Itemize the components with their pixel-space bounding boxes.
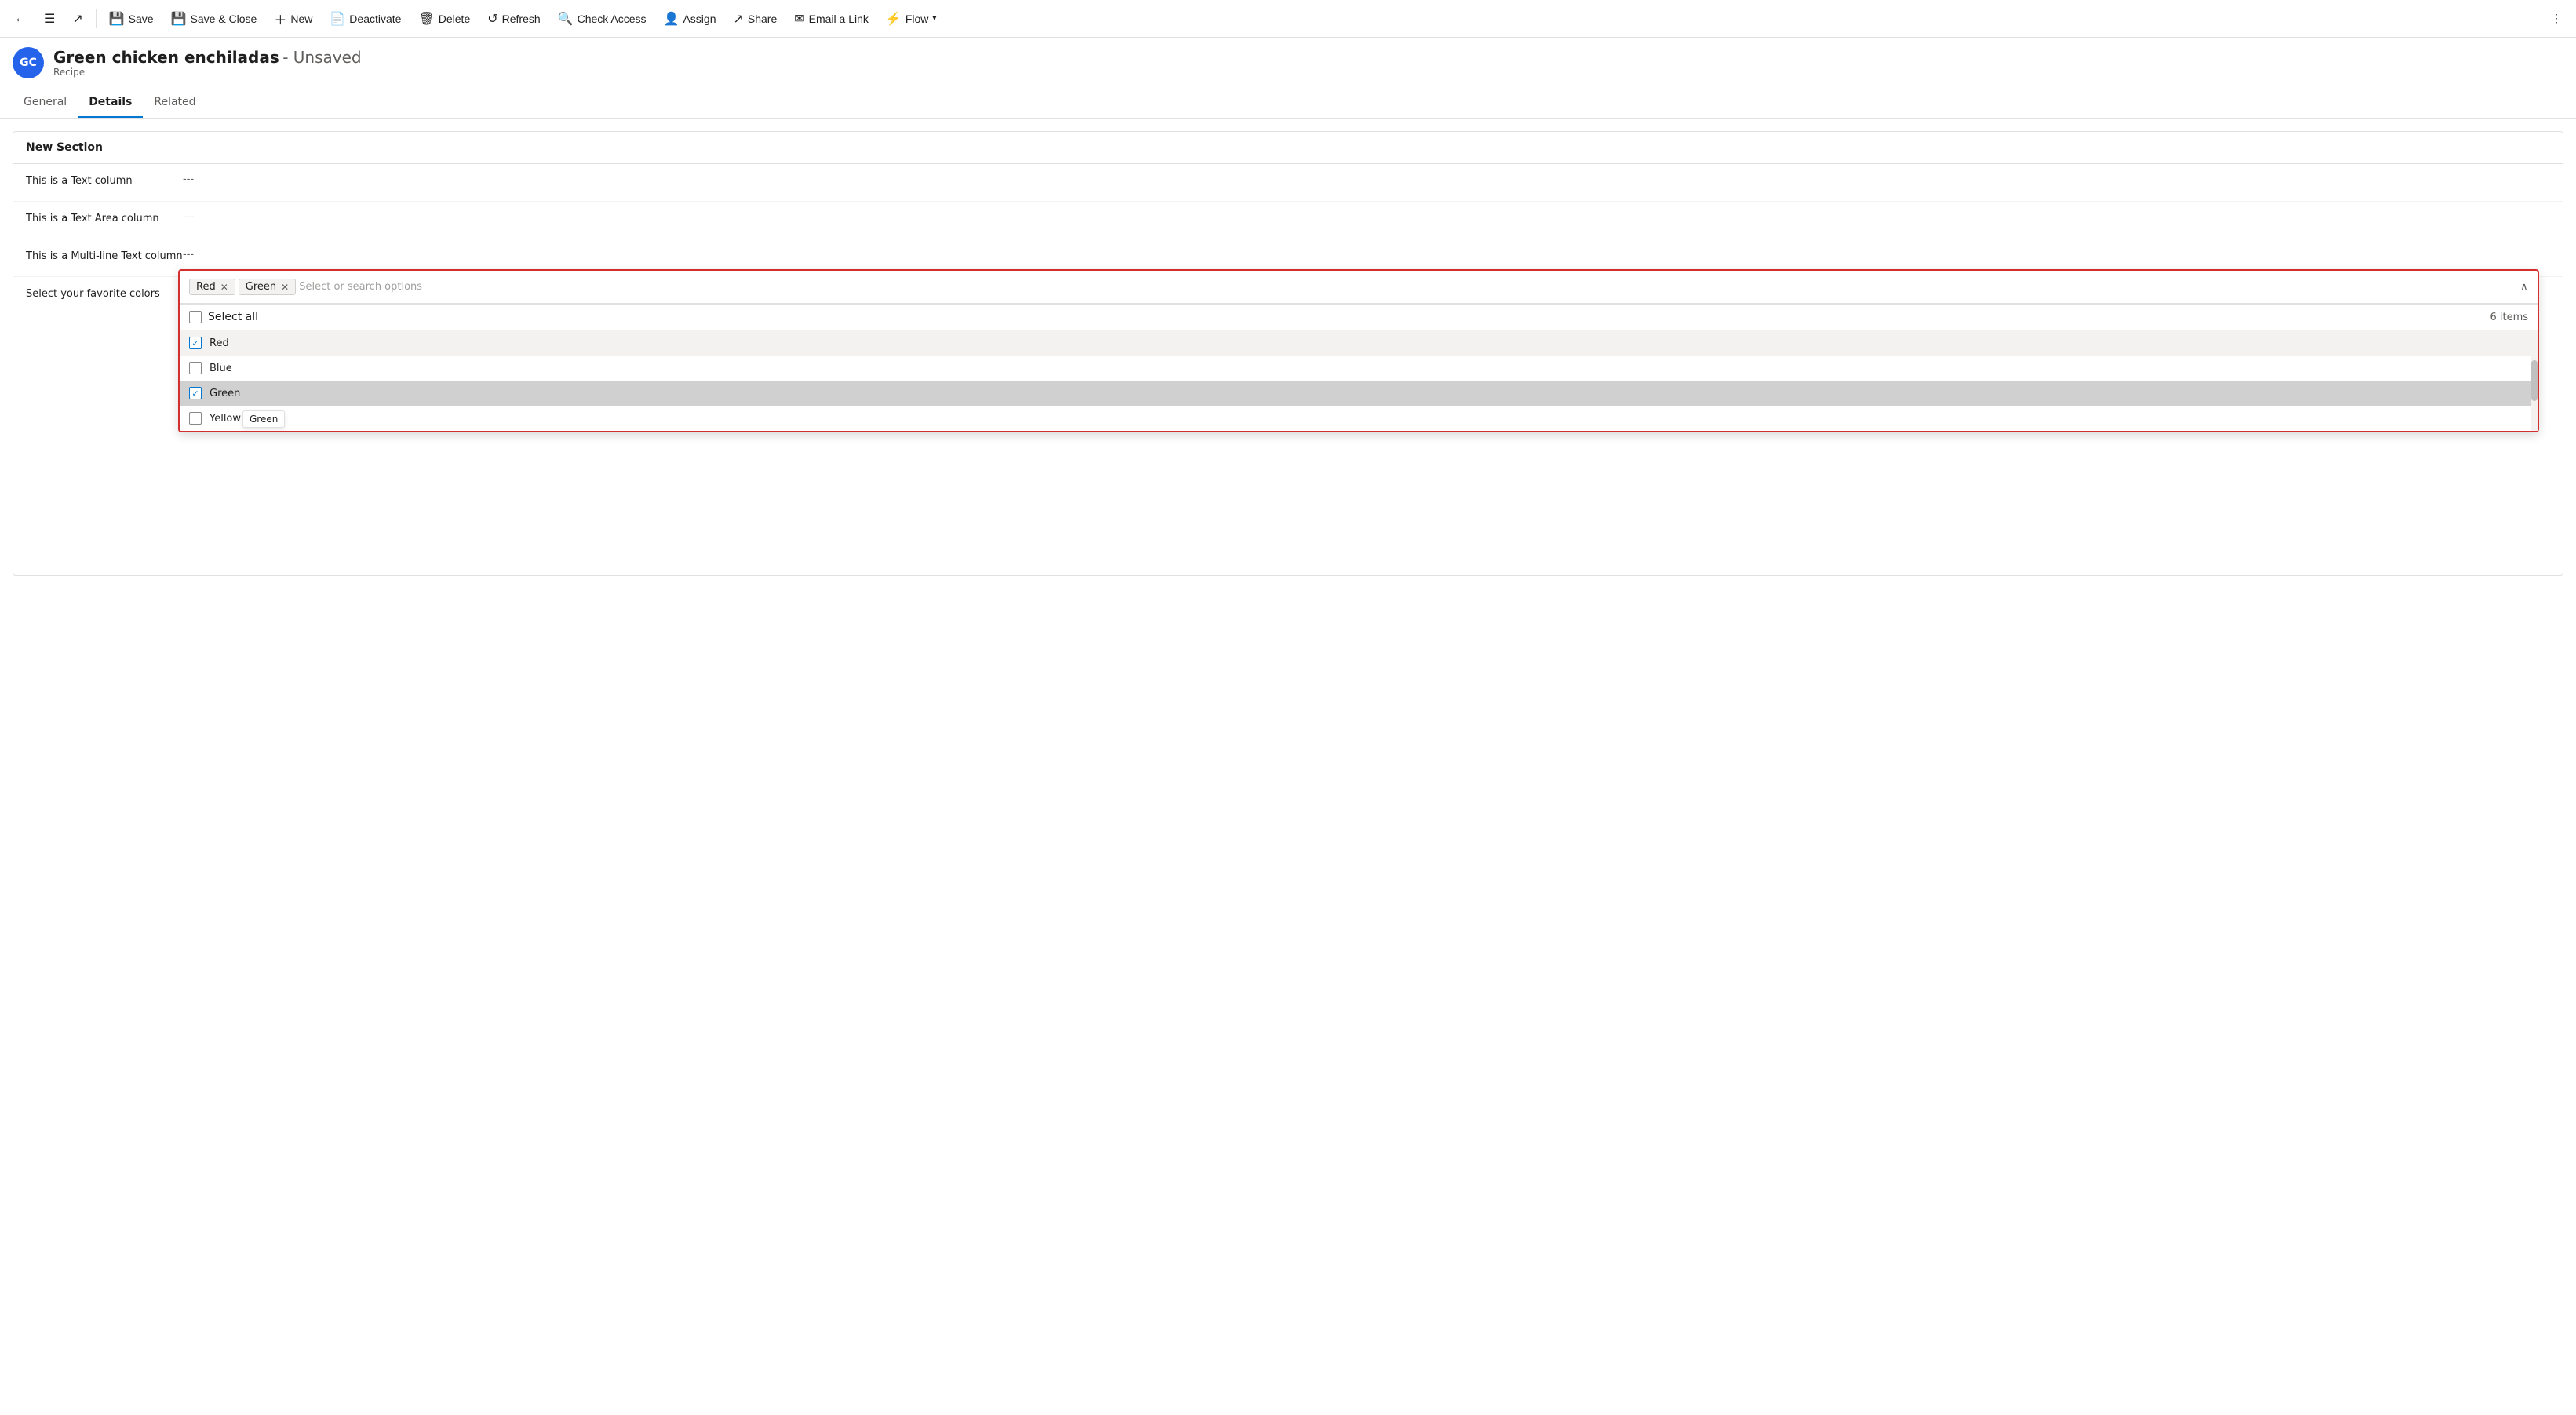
refresh-button[interactable]: ↺ Refresh — [479, 8, 548, 30]
share-button[interactable]: ↗ Share — [725, 8, 785, 30]
form-area: New Section This is a Text column --- Th… — [0, 119, 2576, 589]
email-link-label: Email a Link — [809, 13, 869, 25]
field-value-text-column: --- — [183, 173, 2550, 185]
dropdown-list: Select all 6 items Red Blue — [180, 304, 2538, 431]
tag-green-label: Green — [246, 281, 276, 293]
item-label-yellow: Yellow — [210, 413, 241, 425]
tab-related[interactable]: Related — [143, 88, 206, 118]
green-tooltip: Green — [242, 410, 285, 428]
tab-details[interactable]: Details — [78, 88, 143, 118]
item-label-green: Green — [210, 388, 240, 399]
header-text: Green chicken enchiladas - Unsaved Recip… — [53, 48, 362, 78]
tags-area: Red ✕ Green ✕ Select or search options ∧ — [180, 271, 2538, 304]
check-access-button[interactable]: 🔍 Check Access — [550, 8, 654, 30]
tag-green: Green ✕ — [239, 279, 296, 295]
share-icon: ↗ — [733, 11, 743, 27]
scrollbar-thumb[interactable] — [2531, 360, 2538, 400]
item-label-red: Red — [210, 337, 229, 349]
assign-icon: 👤 — [664, 11, 680, 27]
open-in-new-button[interactable]: ↗ — [64, 8, 90, 30]
avatar: GC — [13, 47, 44, 78]
select-all-row[interactable]: Select all 6 items — [180, 305, 2538, 330]
save-icon: 💾 — [109, 11, 125, 27]
new-icon: ＋ — [274, 9, 286, 28]
deactivate-icon: 📄 — [330, 11, 345, 27]
select-all-checkbox[interactable] — [189, 311, 202, 323]
back-button[interactable]: ← — [6, 9, 35, 29]
tag-red-label: Red — [196, 281, 216, 293]
deactivate-label: Deactivate — [349, 13, 401, 25]
check-access-label: Check Access — [578, 13, 647, 25]
toolbar: ← ☰ ↗ 💾 Save 💾 Save & Close ＋ New 📄 Deac… — [0, 0, 2576, 38]
more-button[interactable]: ⋮ — [2543, 9, 2570, 28]
item-count: 6 items — [2490, 312, 2528, 323]
dropdown-item-red[interactable]: Red — [180, 330, 2538, 356]
refresh-label: Refresh — [502, 13, 541, 25]
deactivate-button[interactable]: 📄 Deactivate — [322, 8, 409, 30]
checkbox-green[interactable] — [189, 387, 202, 399]
scrollbar-track — [2531, 330, 2538, 431]
chevron-up-icon[interactable]: ∧ — [2520, 281, 2528, 294]
new-button[interactable]: ＋ New — [266, 6, 320, 31]
flow-label: Flow — [905, 13, 929, 25]
field-label-multiline-column: This is a Multi-line Text column — [26, 249, 183, 262]
new-label: New — [290, 13, 312, 25]
flow-button[interactable]: ⚡ Flow ▾ — [878, 8, 945, 30]
share-label: Share — [748, 13, 777, 25]
divider-1 — [96, 9, 97, 28]
delete-icon: 🗑 — [418, 11, 434, 27]
tag-green-close[interactable]: ✕ — [281, 282, 289, 293]
dropdown-item-yellow[interactable]: Yellow — [180, 406, 2538, 431]
field-value-multiline-column: --- — [183, 249, 2550, 261]
checkbox-red[interactable] — [189, 337, 202, 349]
flow-icon: ⚡ — [886, 11, 902, 27]
email-link-button[interactable]: ✉ Email a Link — [786, 8, 876, 30]
save-close-button[interactable]: 💾 Save & Close — [163, 8, 265, 30]
more-icon: ⋮ — [2551, 12, 2562, 25]
form-row-textarea-column: This is a Text Area column --- — [13, 202, 2563, 239]
check-access-icon: 🔍 — [558, 11, 574, 27]
record-type: Recipe — [53, 67, 362, 78]
dropdown-item-green[interactable]: Green Green — [180, 381, 2538, 406]
search-placeholder[interactable]: Select or search options — [299, 281, 2517, 293]
select-all-label: Select all — [208, 311, 258, 323]
field-label-textarea-column: This is a Text Area column — [26, 211, 183, 224]
assign-label: Assign — [683, 13, 716, 25]
form-icon: ☰ — [44, 11, 55, 27]
form-view-button[interactable]: ☰ — [36, 8, 63, 30]
section-title: New Section — [13, 132, 2563, 164]
checkbox-yellow[interactable] — [189, 412, 202, 425]
tag-red: Red ✕ — [189, 279, 235, 295]
tab-general[interactable]: General — [13, 88, 78, 118]
delete-label: Delete — [439, 13, 470, 25]
form-row-colors: Select your favorite colors Red ✕ Green … — [13, 277, 2563, 575]
tab-bar: General Details Related — [0, 88, 2576, 119]
dropdown-item-blue[interactable]: Blue — [180, 356, 2538, 381]
save-button[interactable]: 💾 Save — [101, 8, 162, 30]
field-value-textarea-column: --- — [183, 211, 2550, 223]
delete-button[interactable]: 🗑 Delete — [410, 8, 478, 30]
record-title: Green chicken enchiladas — [53, 48, 279, 67]
record-header: GC Green chicken enchiladas - Unsaved Re… — [0, 38, 2576, 88]
save-label: Save — [129, 13, 154, 25]
item-label-blue: Blue — [210, 363, 232, 374]
back-icon: ← — [14, 12, 27, 26]
form-row-text-column: This is a Text column --- — [13, 164, 2563, 202]
dropdown-items-wrapper: Red Blue Green Green — [180, 330, 2538, 431]
assign-button[interactable]: 👤 Assign — [656, 8, 724, 30]
checkbox-blue[interactable] — [189, 362, 202, 374]
open-new-icon: ↗ — [72, 11, 82, 27]
field-label-colors: Select your favorite colors — [26, 286, 183, 300]
save-close-icon: 💾 — [171, 11, 187, 27]
flow-chevron-icon: ▾ — [932, 14, 936, 23]
tag-red-close[interactable]: ✕ — [220, 282, 228, 293]
field-label-text-column: This is a Text column — [26, 173, 183, 187]
section-card: New Section This is a Text column --- Th… — [13, 131, 2563, 576]
multiselect-colors[interactable]: Red ✕ Green ✕ Select or search options ∧ — [178, 269, 2539, 432]
save-close-label: Save & Close — [191, 13, 257, 25]
refresh-icon: ↺ — [487, 11, 497, 27]
unsaved-indicator: - Unsaved — [282, 48, 361, 67]
email-icon: ✉ — [794, 11, 804, 27]
